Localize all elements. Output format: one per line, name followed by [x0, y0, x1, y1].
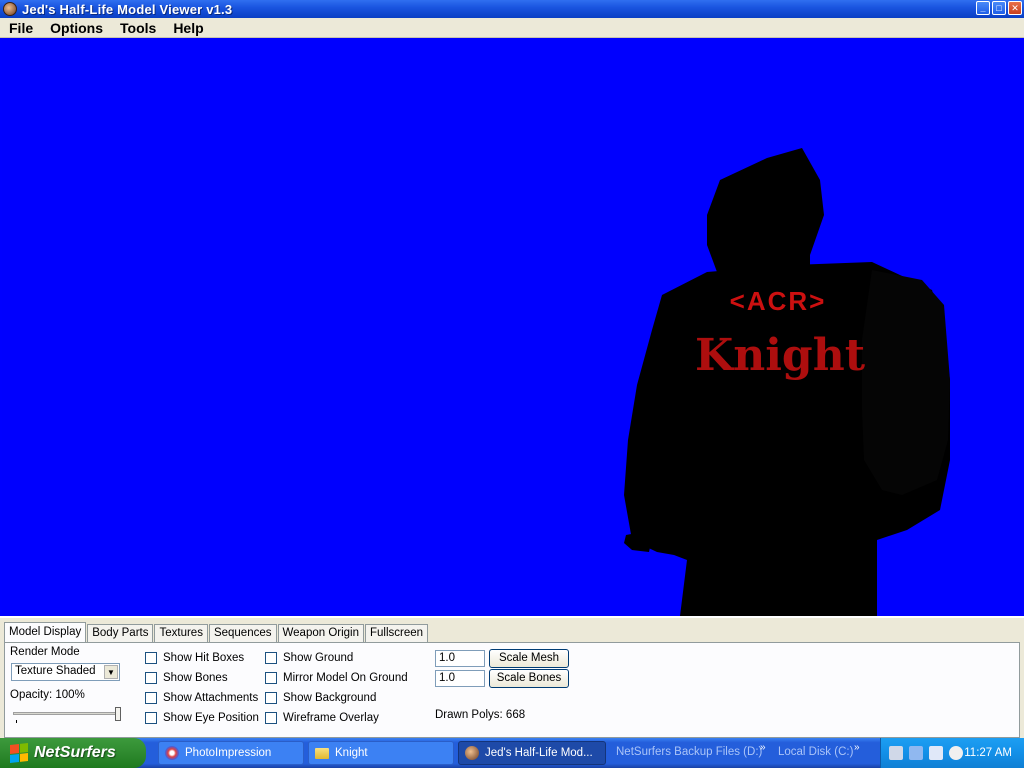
checkbox-box[interactable] — [265, 672, 277, 684]
taskbar: NetSurfers PhotoImpression Knight Jed's … — [0, 738, 1024, 768]
folder-icon — [315, 747, 329, 759]
checkbox-label: Mirror Model On Ground — [283, 672, 408, 684]
task-label: Knight — [335, 747, 368, 759]
model-display-panel: Render Mode Texture Shaded ▼ Opacity: 10… — [4, 642, 1020, 738]
model-viewport[interactable]: <ACR> Knight — [2, 40, 1022, 616]
model-text-top: <ACR> — [730, 286, 827, 316]
show-background-checkbox[interactable]: Show Background — [265, 692, 376, 704]
show-hit-boxes-checkbox[interactable]: Show Hit Boxes — [145, 652, 244, 664]
hlmv-icon — [465, 746, 479, 760]
opacity-slider-tick — [16, 720, 17, 723]
task-photoimpression[interactable]: PhotoImpression — [158, 741, 304, 765]
volume-icon[interactable] — [949, 746, 963, 760]
opacity-label: Opacity: 100% — [10, 689, 85, 701]
checkbox-label: Show Attachments — [163, 692, 259, 704]
checkbox-box[interactable] — [265, 712, 277, 724]
show-bones-checkbox[interactable]: Show Bones — [145, 672, 228, 684]
scale-mesh-button[interactable]: Scale Mesh — [489, 649, 569, 668]
chevron-down-icon[interactable]: ▼ — [104, 665, 118, 679]
menu-help[interactable]: Help — [164, 20, 211, 36]
chevron-right-icon[interactable]: » — [760, 742, 766, 753]
checkbox-label: Show Background — [283, 692, 377, 704]
show-attachments-checkbox[interactable]: Show Attachments — [145, 692, 258, 704]
drawn-polys-label: Drawn Polys: 668 — [435, 709, 526, 721]
opacity-slider-thumb[interactable] — [115, 707, 121, 721]
checkbox-box[interactable] — [265, 652, 277, 664]
windows-flag-icon — [10, 743, 28, 763]
wireframe-overlay-checkbox[interactable]: Wireframe Overlay — [265, 712, 379, 724]
tab-sequences[interactable]: Sequences — [208, 624, 277, 642]
checkbox-box[interactable] — [145, 692, 157, 704]
menu-file[interactable]: File — [0, 20, 41, 36]
title-bar[interactable]: Jed's Half-Life Model Viewer v1.3 _ □ ✕ — [0, 0, 1024, 18]
show-ground-checkbox[interactable]: Show Ground — [265, 652, 353, 664]
tab-body-parts[interactable]: Body Parts — [87, 624, 154, 642]
task-hlmv[interactable]: Jed's Half-Life Mod... — [458, 741, 606, 765]
checkbox-box[interactable] — [145, 712, 157, 724]
task-label: Jed's Half-Life Mod... — [485, 747, 593, 759]
scale-bones-button[interactable]: Scale Bones — [489, 669, 569, 688]
tab-fullscreen[interactable]: Fullscreen — [365, 624, 429, 642]
window-controls: _ □ ✕ — [976, 1, 1022, 15]
knight-model: <ACR> Knight — [624, 148, 950, 616]
menu-tools[interactable]: Tools — [111, 20, 164, 36]
maximize-button[interactable]: □ — [992, 1, 1006, 15]
network-icon[interactable] — [889, 746, 903, 760]
close-button[interactable]: ✕ — [1008, 1, 1022, 15]
opacity-slider-track[interactable] — [13, 712, 119, 715]
task-label: PhotoImpression — [185, 747, 272, 759]
checkbox-label: Show Ground — [283, 652, 354, 664]
clock: 11:27 AM — [964, 747, 1012, 759]
scale-mesh-input[interactable]: 1.0 — [435, 650, 485, 667]
system-tray: 11:27 AM — [880, 738, 1024, 768]
checkbox-box[interactable] — [265, 692, 277, 704]
model-text-bottom: Knight — [695, 330, 866, 381]
task-knight-folder[interactable]: Knight — [308, 741, 454, 765]
tab-textures[interactable]: Textures — [154, 624, 208, 642]
model-right-arm — [862, 270, 950, 495]
start-button[interactable]: NetSurfers — [0, 738, 146, 768]
toolbar-netsurfers-backup[interactable]: NetSurfers Backup Files (D:) — [616, 746, 762, 758]
minimize-button[interactable]: _ — [976, 1, 990, 15]
checkbox-label: Show Bones — [163, 672, 228, 684]
app-icon[interactable] — [3, 2, 17, 16]
tab-strip: Model Display Body Parts Textures Sequen… — [4, 622, 429, 643]
toolbar-local-disk[interactable]: Local Disk (C:) — [778, 746, 853, 758]
control-panel: Model Display Body Parts Textures Sequen… — [0, 616, 1024, 738]
scale-bones-input[interactable]: 1.0 — [435, 670, 485, 687]
checkbox-box[interactable] — [145, 652, 157, 664]
start-label: NetSurfers — [34, 744, 116, 761]
render-mode-label: Render Mode — [10, 646, 80, 658]
render-mode-select[interactable]: Texture Shaded ▼ — [11, 663, 120, 681]
checkbox-box[interactable] — [145, 672, 157, 684]
render-mode-value: Texture Shaded — [15, 665, 96, 677]
tab-model-display[interactable]: Model Display — [4, 622, 87, 643]
show-eye-position-checkbox[interactable]: Show Eye Position — [145, 712, 259, 724]
mirror-model-on-ground-checkbox[interactable]: Mirror Model On Ground — [265, 672, 408, 684]
checkbox-label: Wireframe Overlay — [283, 712, 379, 724]
checkbox-label: Show Hit Boxes — [163, 652, 245, 664]
window-title: Jed's Half-Life Model Viewer v1.3 — [22, 1, 233, 17]
photoimpression-icon — [165, 746, 179, 760]
menu-bar: File Options Tools Help — [0, 18, 1024, 38]
tab-weapon-origin[interactable]: Weapon Origin — [277, 624, 364, 642]
monitor-icon[interactable] — [929, 746, 943, 760]
checkbox-label: Show Eye Position — [163, 712, 259, 724]
display-icon[interactable] — [909, 746, 923, 760]
chevron-right-icon[interactable]: » — [854, 742, 860, 753]
menu-options[interactable]: Options — [41, 20, 111, 36]
